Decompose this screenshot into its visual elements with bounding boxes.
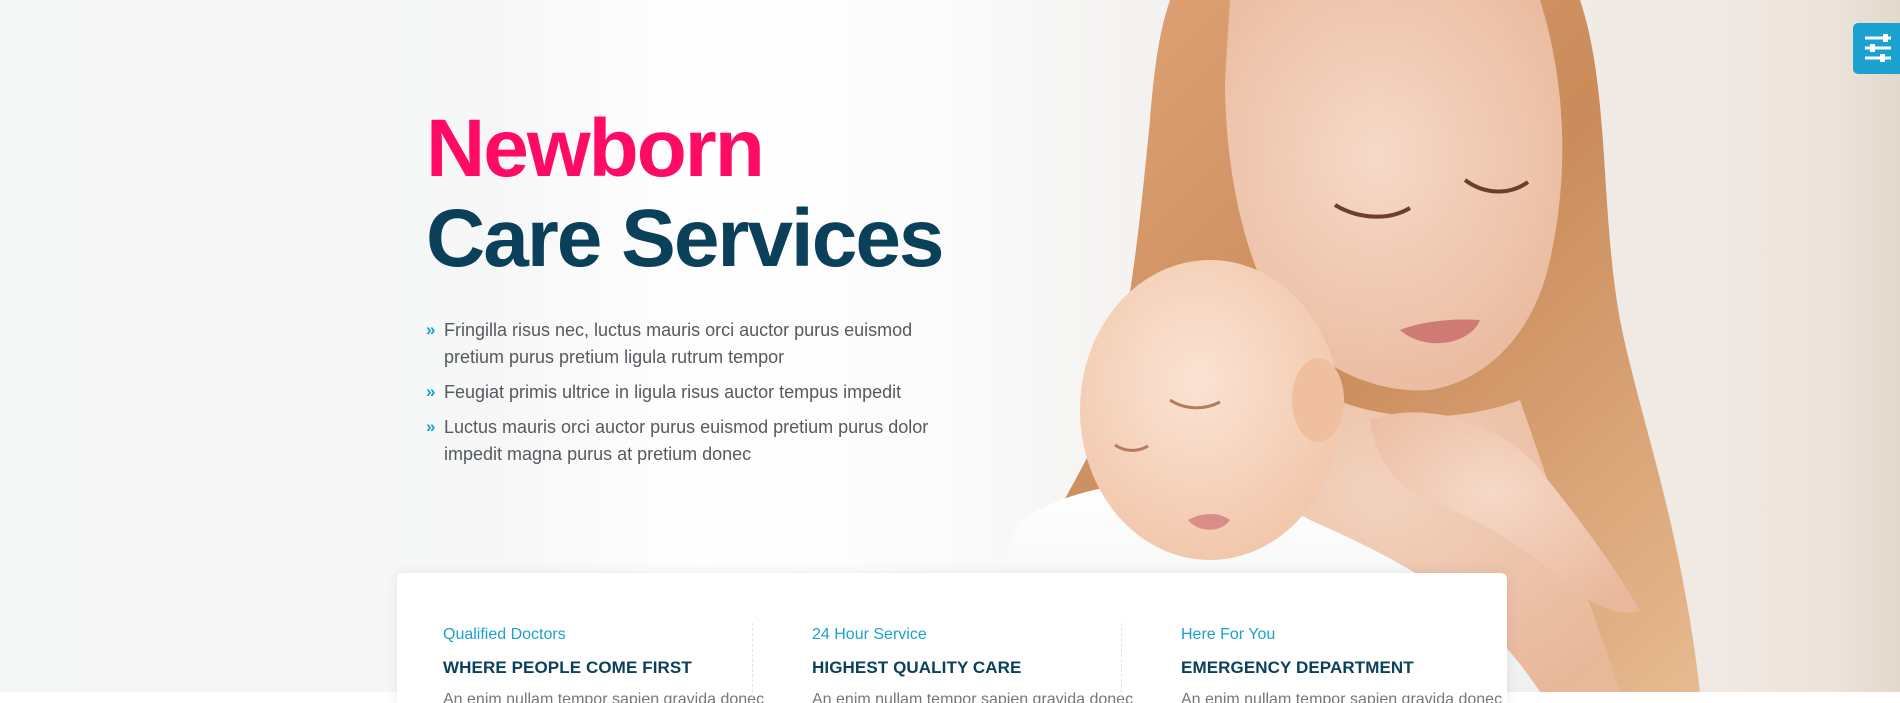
feature-bullet-list: » Fringilla risus nec, luctus mauris orc… — [426, 317, 946, 476]
features-card: Qualified Doctors WHERE PEOPLE COME FIRS… — [397, 573, 1507, 703]
feature-description: An enim nullam tempor sapien gravida don… — [812, 691, 1134, 703]
double-chevron-right-icon: » — [426, 417, 436, 436]
bullet-text: Luctus mauris orci auctor purus euismod … — [444, 417, 929, 464]
feature-title: WHERE PEOPLE COME FIRST — [443, 658, 692, 677]
feature-subtitle: Qualified Doctors — [443, 626, 566, 643]
feature-here-for-you: Here For You EMERGENCY DEPARTMENT An eni… — [1181, 625, 1511, 703]
feature-description: An enim nullam tempor sapien gravida don… — [1181, 691, 1503, 703]
divider — [1121, 623, 1122, 703]
list-item: » Feugiat primis ultrice in ligula risus… — [426, 379, 946, 406]
divider — [752, 623, 753, 703]
bullet-text: Feugiat primis ultrice in ligula risus a… — [444, 382, 902, 402]
headline-care-services: Care Services — [426, 193, 945, 284]
feature-subtitle: 24 Hour Service — [812, 626, 927, 643]
feature-title: HIGHEST QUALITY CARE — [812, 658, 1022, 677]
feature-subtitle: Here For You — [1181, 626, 1276, 643]
bullet-text: Fringilla risus nec, luctus mauris orci … — [444, 320, 913, 367]
feature-description: An enim nullam tempor sapien gravida don… — [443, 691, 765, 703]
list-item: » Fringilla risus nec, luctus mauris orc… — [426, 317, 946, 371]
headline-newborn: Newborn — [426, 103, 765, 194]
feature-title: EMERGENCY DEPARTMENT — [1181, 658, 1414, 677]
double-chevron-right-icon: » — [426, 320, 436, 339]
sliders-icon — [1865, 34, 1891, 62]
feature-qualified-doctors: Qualified Doctors WHERE PEOPLE COME FIRS… — [443, 625, 773, 703]
settings-panel-toggle[interactable] — [1853, 23, 1900, 74]
feature-24-hour-service: 24 Hour Service HIGHEST QUALITY CARE An … — [812, 625, 1142, 703]
double-chevron-right-icon: » — [426, 382, 436, 401]
list-item: » Luctus mauris orci auctor purus euismo… — [426, 414, 946, 468]
